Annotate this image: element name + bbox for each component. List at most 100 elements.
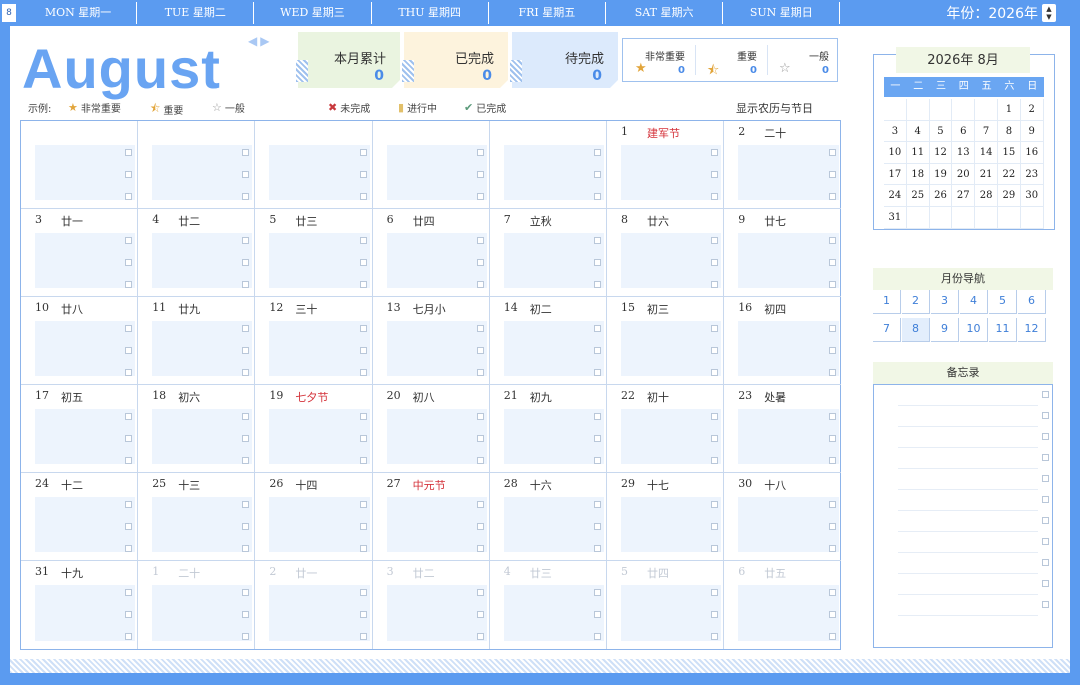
task-area[interactable] bbox=[738, 585, 840, 641]
mini-day[interactable]: 9 bbox=[1020, 120, 1044, 143]
mini-day[interactable]: 12 bbox=[929, 142, 953, 164]
task-checkbox[interactable] bbox=[829, 369, 837, 376]
task-area[interactable] bbox=[386, 585, 487, 641]
day-cell[interactable]: 23 处暑 bbox=[724, 385, 842, 473]
day-cell[interactable]: 19 七夕节 bbox=[255, 385, 373, 473]
mini-day[interactable]: 5 bbox=[929, 120, 953, 143]
day-cell[interactable]: 17 初五 bbox=[21, 385, 139, 473]
task-checkbox[interactable] bbox=[829, 589, 837, 596]
mini-day[interactable]: 2 bbox=[1020, 99, 1044, 121]
task-area[interactable] bbox=[152, 233, 253, 288]
task-checkbox[interactable] bbox=[593, 259, 601, 266]
mini-day[interactable]: 6 bbox=[952, 120, 976, 143]
task-checkbox[interactable] bbox=[711, 457, 719, 464]
task-area[interactable] bbox=[621, 497, 722, 552]
task-checkbox[interactable] bbox=[593, 325, 601, 332]
day-cell[interactable]: 15 初三 bbox=[607, 297, 725, 385]
task-checkbox[interactable] bbox=[125, 545, 133, 552]
task-checkbox[interactable] bbox=[125, 237, 133, 244]
task-area[interactable] bbox=[35, 585, 136, 641]
task-area[interactable] bbox=[503, 321, 604, 376]
task-checkbox[interactable] bbox=[711, 369, 719, 376]
task-checkbox[interactable] bbox=[242, 193, 250, 200]
task-area[interactable] bbox=[738, 233, 840, 288]
mini-day[interactable]: 13 bbox=[952, 142, 976, 164]
memo-line[interactable] bbox=[898, 510, 1038, 511]
task-checkbox[interactable] bbox=[829, 501, 837, 508]
task-checkbox[interactable] bbox=[242, 281, 250, 288]
mini-day[interactable]: 27 bbox=[952, 185, 976, 207]
day-cell[interactable]: 29 十七 bbox=[607, 473, 725, 561]
month-button-8[interactable]: 8 bbox=[902, 318, 930, 342]
task-checkbox[interactable] bbox=[476, 259, 484, 266]
task-checkbox[interactable] bbox=[593, 589, 601, 596]
day-cell[interactable]: 20 初八 bbox=[372, 385, 490, 473]
task-area[interactable] bbox=[621, 585, 722, 641]
prev-month-icon[interactable]: ◀ bbox=[248, 34, 260, 48]
task-area[interactable] bbox=[503, 233, 604, 288]
task-checkbox[interactable] bbox=[593, 413, 601, 420]
task-checkbox[interactable] bbox=[829, 149, 837, 156]
task-checkbox[interactable] bbox=[476, 435, 484, 442]
mini-day[interactable]: 23 bbox=[1020, 163, 1044, 186]
task-checkbox[interactable] bbox=[711, 523, 719, 530]
day-cell[interactable]: 26 十四 bbox=[255, 473, 373, 561]
day-cell[interactable]: 13 七月小 bbox=[372, 297, 490, 385]
task-checkbox[interactable] bbox=[125, 633, 133, 640]
month-button-10[interactable]: 10 bbox=[960, 318, 988, 342]
day-cell[interactable]: 30 十八 bbox=[724, 473, 842, 561]
memo-checkbox[interactable] bbox=[1042, 433, 1049, 440]
task-area[interactable] bbox=[386, 233, 487, 288]
day-cell[interactable]: 16 初四 bbox=[724, 297, 842, 385]
task-checkbox[interactable] bbox=[359, 545, 367, 552]
spinner-down-icon[interactable]: ▼ bbox=[1046, 13, 1051, 21]
task-checkbox[interactable] bbox=[242, 633, 250, 640]
task-checkbox[interactable] bbox=[829, 633, 837, 640]
task-checkbox[interactable] bbox=[593, 149, 601, 156]
task-checkbox[interactable] bbox=[359, 259, 367, 266]
month-button-2[interactable]: 2 bbox=[902, 290, 930, 314]
day-cell[interactable]: 2 廿一 bbox=[255, 561, 373, 649]
day-cell[interactable]: 1 二十 bbox=[138, 561, 256, 649]
day-cell[interactable]: 18 初六 bbox=[138, 385, 256, 473]
task-checkbox[interactable] bbox=[125, 589, 133, 596]
memo-line[interactable] bbox=[898, 594, 1038, 595]
task-area[interactable] bbox=[269, 321, 370, 376]
task-checkbox[interactable] bbox=[829, 171, 837, 178]
task-area[interactable] bbox=[738, 409, 840, 464]
task-checkbox[interactable] bbox=[711, 545, 719, 552]
memo-line[interactable] bbox=[898, 531, 1038, 532]
month-button-3[interactable]: 3 bbox=[931, 290, 959, 314]
task-checkbox[interactable] bbox=[593, 611, 601, 618]
day-cell[interactable]: 24 十二 bbox=[21, 473, 139, 561]
task-checkbox[interactable] bbox=[829, 325, 837, 332]
task-checkbox[interactable] bbox=[242, 435, 250, 442]
memo-checkbox[interactable] bbox=[1042, 475, 1049, 482]
task-checkbox[interactable] bbox=[125, 523, 133, 530]
mini-day[interactable]: 14 bbox=[975, 142, 998, 164]
task-checkbox[interactable] bbox=[242, 347, 250, 354]
task-checkbox[interactable] bbox=[476, 149, 484, 156]
task-checkbox[interactable] bbox=[359, 589, 367, 596]
mini-day[interactable]: 21 bbox=[975, 163, 998, 186]
task-checkbox[interactable] bbox=[242, 589, 250, 596]
month-button-4[interactable]: 4 bbox=[960, 290, 988, 314]
task-checkbox[interactable] bbox=[476, 501, 484, 508]
task-area[interactable] bbox=[152, 409, 253, 464]
task-checkbox[interactable] bbox=[359, 149, 367, 156]
month-button-7[interactable]: 7 bbox=[873, 318, 901, 342]
task-checkbox[interactable] bbox=[242, 457, 250, 464]
task-checkbox[interactable] bbox=[125, 413, 133, 420]
memo-line[interactable] bbox=[898, 426, 1038, 427]
task-checkbox[interactable] bbox=[593, 435, 601, 442]
mini-day[interactable]: 1 bbox=[998, 99, 1021, 121]
mini-day[interactable]: 25 bbox=[906, 185, 930, 207]
task-checkbox[interactable] bbox=[711, 347, 719, 354]
task-area[interactable] bbox=[386, 409, 487, 464]
task-checkbox[interactable] bbox=[242, 237, 250, 244]
task-checkbox[interactable] bbox=[829, 281, 837, 288]
task-checkbox[interactable] bbox=[359, 435, 367, 442]
task-area[interactable] bbox=[269, 409, 370, 464]
task-checkbox[interactable] bbox=[125, 369, 133, 376]
task-checkbox[interactable] bbox=[829, 413, 837, 420]
